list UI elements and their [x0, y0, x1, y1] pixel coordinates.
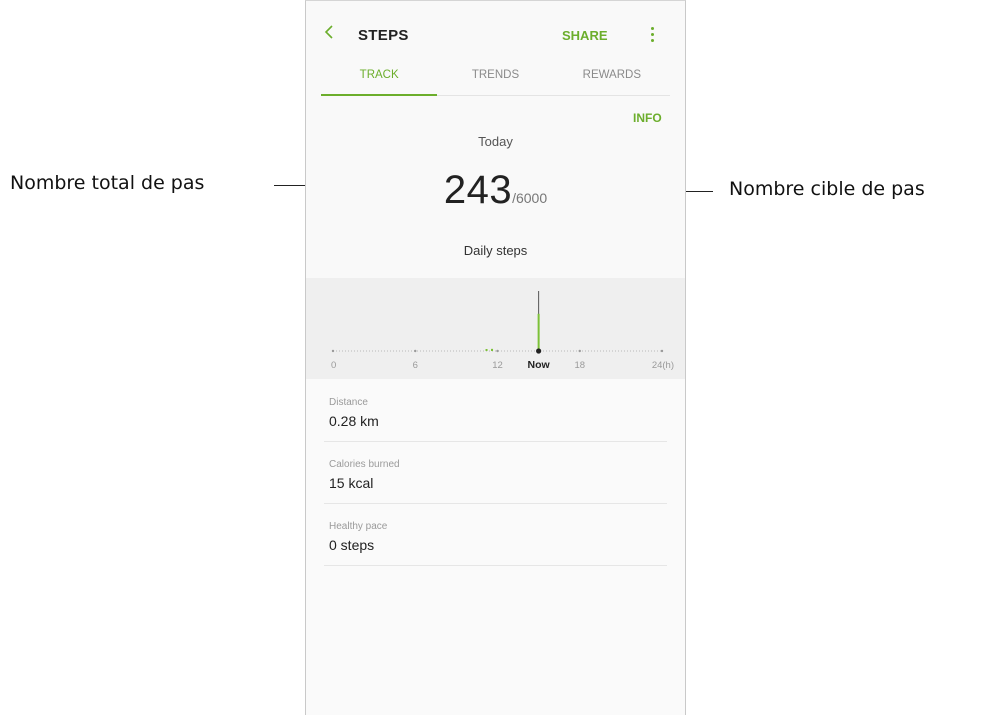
stat-value: 15 kcal: [329, 475, 374, 491]
phone-screen: STEPS SHARE TRACK TRENDS REWARDS INFO To…: [305, 0, 686, 715]
tab-track[interactable]: TRACK: [321, 67, 438, 96]
annotation-total-steps: Nombre total de pas: [10, 172, 205, 194]
stat-label: Healthy pace: [329, 521, 388, 532]
page-title: STEPS: [358, 27, 409, 44]
tab-bar: TRACK TRENDS REWARDS: [321, 67, 670, 96]
stat-value: 0 steps: [329, 537, 375, 553]
steps-total: 243: [443, 168, 513, 212]
now-marker-dot: [536, 348, 542, 354]
more-options-button[interactable]: [646, 25, 658, 45]
steps-chart: 0 6 12 Now 18 24(h): [306, 278, 685, 379]
steps-goal: /6000: [512, 190, 548, 206]
tab-rewards[interactable]: REWARDS: [554, 67, 670, 95]
chart-hour-dot: [660, 349, 664, 353]
chart-hour-dot: [578, 349, 581, 353]
chart-tick-label: 24(h): [652, 360, 674, 371]
stat-calories: Calories burned 15 kcal: [324, 441, 667, 504]
chart-tick-label: 6: [413, 360, 418, 371]
day-label: Today: [478, 134, 513, 149]
stat-healthy-pace: Healthy pace 0 steps: [324, 503, 667, 566]
stat-label: Distance: [329, 397, 368, 408]
chart-bar: [485, 349, 488, 351]
chart-tick-label: Now: [528, 359, 551, 371]
back-button[interactable]: [320, 21, 340, 43]
steps-summary: 243/6000: [306, 168, 685, 213]
back-arrow-icon: [324, 25, 333, 39]
daily-steps-label: Daily steps: [463, 243, 528, 258]
annotation-goal-steps: Nombre cible de pas: [729, 178, 925, 200]
stat-distance: Distance 0.28 km: [324, 379, 667, 442]
more-vert-icon: [650, 27, 654, 30]
chart-hour-dot: [414, 349, 417, 353]
stat-label: Calories burned: [329, 459, 400, 470]
stats-list: Distance 0.28 km Calories burned 15 kcal…: [306, 379, 685, 715]
chart-bar: [491, 348, 494, 351]
chart-tick-label: 0: [331, 360, 336, 371]
info-button[interactable]: INFO: [633, 111, 662, 125]
chart-tick-label: 12: [492, 360, 503, 371]
chart-bar: [537, 313, 540, 351]
tab-trends[interactable]: TRENDS: [437, 67, 553, 95]
share-button[interactable]: SHARE: [562, 28, 608, 43]
steps-chart-svg: 0 6 12 Now 18 24(h): [331, 291, 674, 371]
app-bar: STEPS SHARE: [306, 1, 685, 67]
chart-tick-label: 18: [574, 360, 585, 371]
chart-hour-dot: [331, 349, 335, 353]
chart-hour-dot: [496, 349, 499, 353]
stat-value: 0.28 km: [329, 413, 379, 429]
